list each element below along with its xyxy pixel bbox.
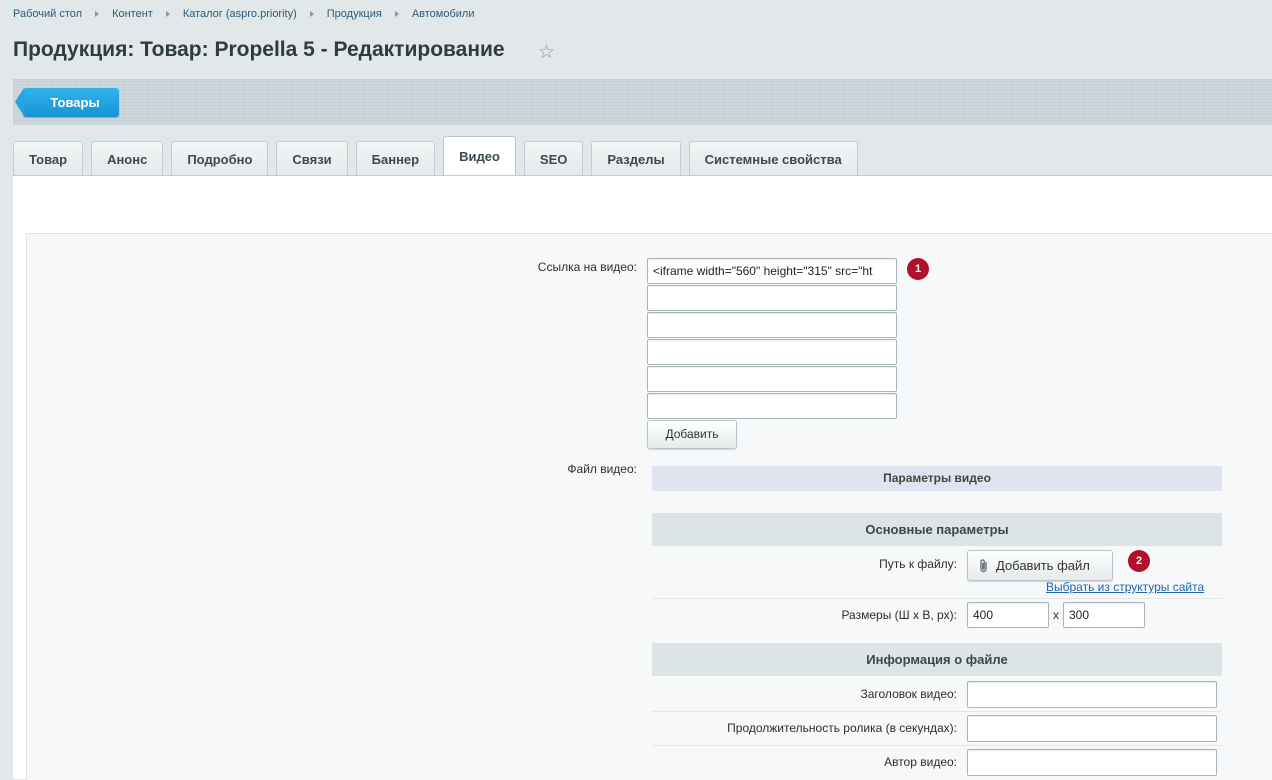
chevron-right-icon <box>394 11 399 17</box>
video-link-input-1[interactable] <box>647 258 897 284</box>
select-from-site-link[interactable]: Выбрать из структуры сайта <box>1046 580 1204 594</box>
video-author-input[interactable] <box>967 749 1217 776</box>
tab-announce[interactable]: Анонс <box>91 141 164 176</box>
main-params-section: Основные параметры <box>652 513 1222 546</box>
breadcrumb-item-desktop[interactable]: Рабочий стол <box>13 8 82 20</box>
tab-sections[interactable]: Разделы <box>591 141 681 176</box>
add-link-button[interactable]: Добавить <box>647 420 737 449</box>
size-label: Размеры (Ш х В, px): <box>841 608 957 622</box>
breadcrumb: Рабочий стол Контент Каталог (aspro.prio… <box>13 8 474 20</box>
video-link-input-5[interactable] <box>647 366 897 392</box>
video-link-input-4[interactable] <box>647 339 897 365</box>
breadcrumb-item-products[interactable]: Продукция <box>327 8 382 20</box>
video-link-input-3[interactable] <box>647 312 897 338</box>
row-divider <box>652 745 1222 746</box>
back-to-list-button[interactable]: Товары <box>15 88 119 117</box>
video-duration-input[interactable] <box>967 715 1217 742</box>
tab-links[interactable]: Связи <box>276 141 348 176</box>
context-toolbar: Товары <box>13 79 1272 125</box>
height-input[interactable] <box>1063 602 1145 628</box>
add-file-button[interactable]: Добавить файл <box>967 550 1113 581</box>
video-link-input-6[interactable] <box>647 393 897 419</box>
video-form: Ссылка на видео: 1 Добавить Файл видео: … <box>26 233 1272 780</box>
paperclip-icon <box>980 559 987 573</box>
star-icon[interactable]: ☆ <box>538 41 555 64</box>
video-link-label: Ссылка на видео: <box>537 260 637 274</box>
annotation-marker-2: 2 <box>1128 550 1150 572</box>
width-input[interactable] <box>967 602 1049 628</box>
video-author-label: Автор видео: <box>884 755 957 769</box>
size-separator: x <box>1053 608 1059 622</box>
breadcrumb-item-catalog[interactable]: Каталог (aspro.priority) <box>183 8 297 20</box>
tab-video[interactable]: Видео <box>443 136 516 176</box>
row-divider <box>652 598 1222 599</box>
file-info-section: Информация о файле <box>652 643 1222 676</box>
edit-panel: Ссылка на видео: 1 Добавить Файл видео: … <box>13 181 1272 780</box>
video-title-input[interactable] <box>967 681 1217 708</box>
video-link-input-2[interactable] <box>647 285 897 311</box>
chevron-right-icon <box>165 11 170 17</box>
video-title-label: Заголовок видео: <box>860 687 957 701</box>
video-params-header: Параметры видео <box>652 466 1222 491</box>
chevron-right-icon <box>309 11 314 17</box>
row-divider <box>652 711 1222 712</box>
tab-system-properties[interactable]: Системные свойства <box>688 141 858 176</box>
chevron-right-icon <box>95 11 100 17</box>
file-path-label: Путь к файлу: <box>879 557 957 571</box>
video-file-label: Файл видео: <box>567 462 637 476</box>
breadcrumb-item-cars[interactable]: Автомобили <box>412 8 475 20</box>
annotation-marker-1: 1 <box>907 258 929 280</box>
breadcrumb-item-content[interactable]: Контент <box>112 8 153 20</box>
tab-bar: Товар Анонс Подробно Связи Баннер Видео … <box>13 136 866 176</box>
tab-details[interactable]: Подробно <box>171 141 269 176</box>
page-title: Продукция: Товар: Propella 5 - Редактиро… <box>13 38 505 61</box>
tab-seo[interactable]: SEO <box>523 141 584 176</box>
add-file-label: Добавить файл <box>996 558 1090 573</box>
tab-banner[interactable]: Баннер <box>355 141 436 176</box>
tab-product[interactable]: Товар <box>13 141 84 176</box>
video-duration-label: Продолжительность ролика (в секундах): <box>727 721 957 735</box>
